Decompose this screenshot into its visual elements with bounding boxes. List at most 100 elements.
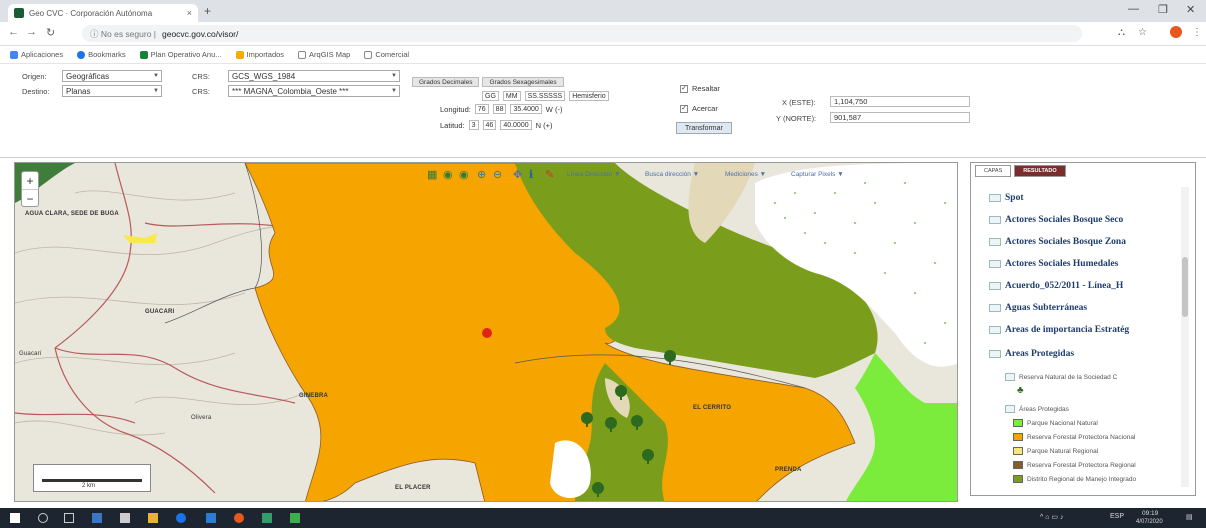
latitud-degrees-input[interactable]: 3 — [468, 120, 479, 130]
layer-toggle-icon[interactable] — [989, 282, 1001, 290]
profile-avatar[interactable] — [1170, 26, 1182, 38]
app-icon[interactable] — [290, 513, 300, 523]
longitud-minutes-input[interactable]: 88 — [492, 104, 507, 114]
eraser-icon[interactable]: ✎ — [545, 168, 554, 181]
location-marker — [482, 328, 492, 338]
longitud-degrees-input[interactable]: 76 — [474, 104, 489, 114]
not-secure-indicator[interactable]: ⓘ No es seguro | — [90, 28, 156, 40]
latitud-hemisphere[interactable]: N (+) — [536, 121, 553, 130]
globe-alt-icon[interactable]: ◉ — [459, 168, 469, 181]
layer-toggle-icon[interactable] — [989, 304, 1001, 312]
notifications-icon[interactable]: ▤ — [1186, 513, 1193, 521]
browser-menu-icon[interactable]: ⋮ — [1192, 27, 1202, 38]
sub-layer-item[interactable]: Áreas Protegidas — [1005, 405, 1069, 413]
clock-date[interactable]: 4/07/2020 — [1136, 519, 1163, 525]
scrollbar-thumb[interactable] — [1182, 257, 1188, 317]
layer-item[interactable]: Actores Sociales Bosque Seco — [989, 215, 1179, 225]
bookmark-plan-operativo[interactable]: Plan Operativo Anu... — [139, 50, 222, 59]
maximize-icon[interactable]: ❐ — [1158, 3, 1168, 16]
origen-select[interactable]: Geográficas ▼ — [62, 70, 162, 82]
layer-item[interactable]: Actores Sociales Humedales — [989, 259, 1179, 269]
layer-toggle-icon[interactable] — [989, 326, 1001, 334]
y-norte-output[interactable]: 901,587 — [830, 112, 970, 123]
menu-linea-direccion[interactable]: Línea Dirección ▼ — [567, 171, 620, 178]
clock-time[interactable]: 09:19 — [1142, 510, 1158, 517]
destino-select[interactable]: Planas ▼ — [62, 85, 162, 97]
layer-item[interactable]: Aguas Subterráneas — [989, 303, 1179, 313]
resaltar-checkbox[interactable]: ✓ Resaltar — [680, 84, 720, 93]
crs-destination-select[interactable]: *** MAGNA_Colombia_Oeste *** ▼ — [228, 85, 400, 97]
layer-item[interactable]: Acuerdo_052/2011 - Línea_H — [989, 281, 1179, 291]
bookmark-star-icon[interactable]: ☆ — [1138, 27, 1147, 38]
layer-item[interactable]: Actores Sociales Bosque Zona — [989, 237, 1179, 247]
zoom-in-button[interactable]: + — [22, 172, 38, 190]
transform-button[interactable]: Transformar — [676, 122, 732, 134]
bookmark-importados[interactable]: Importados — [235, 50, 284, 59]
translate-icon[interactable]: ⛬ — [1118, 27, 1125, 38]
menu-mediciones[interactable]: Mediciones ▼ — [725, 171, 766, 178]
forward-arrow-icon[interactable]: → — [26, 26, 37, 38]
new-tab-button[interactable]: + — [204, 4, 211, 18]
layer-toggle-icon[interactable] — [989, 194, 1001, 202]
menu-capturar-pixels[interactable]: Capturar Pixels ▼ — [791, 171, 844, 178]
reload-icon[interactable]: ↻ — [46, 26, 55, 39]
zoom-control: + − — [21, 171, 39, 207]
bookmark-bookmarks[interactable]: Bookmarks — [77, 50, 126, 59]
menu-busca-direccion[interactable]: Busca dirección ▼ — [645, 171, 699, 178]
bookmark-apps[interactable]: Aplicaciones — [10, 50, 63, 59]
bookmark-arcgis[interactable]: ArqGIS Map — [298, 50, 350, 59]
tab-close-icon[interactable]: × — [187, 8, 192, 18]
latitud-seconds-input[interactable]: 40.0000 — [500, 120, 532, 130]
minimize-icon[interactable]: — — [1128, 3, 1139, 15]
globe-icon[interactable]: ◉ — [443, 168, 453, 181]
x-este-output[interactable]: 1,104,750 — [830, 96, 970, 107]
windows-start-icon[interactable] — [10, 513, 20, 523]
layer-item[interactable]: Spot — [989, 193, 1179, 203]
zoom-out-button[interactable]: − — [22, 190, 38, 208]
layer-item[interactable]: Áreas de importancia Estratég — [989, 325, 1179, 335]
edge-icon[interactable] — [176, 513, 186, 523]
latitud-minutes-input[interactable]: 46 — [482, 120, 497, 130]
info-icon[interactable]: ℹ — [529, 168, 533, 181]
check-icon: ✓ — [680, 84, 688, 93]
layer-item[interactable]: Áreas Protegidas — [989, 349, 1179, 359]
close-window-icon[interactable]: ✕ — [1186, 3, 1195, 16]
layer-toggle-icon[interactable] — [989, 350, 1001, 358]
crs-origin-select[interactable]: GCS_WGS_1984 ▼ — [228, 70, 400, 82]
app-icon[interactable] — [92, 513, 102, 523]
layers-icon[interactable]: ▦ — [427, 168, 437, 181]
pan-icon[interactable]: ✥ — [513, 168, 522, 181]
acercar-checkbox[interactable]: ✓ Acercar — [680, 104, 718, 113]
map-canvas[interactable]: + − ▦ ◉ ◉ ⊕ ⊖ ✥ ℹ ✎ Línea Dirección ▼ Bu… — [14, 162, 958, 502]
layer-toggle-icon[interactable] — [989, 216, 1001, 224]
layer-toggle-icon[interactable] — [1005, 373, 1015, 381]
sexagesimal-degrees-button[interactable]: Grados Sexagesimales — [482, 77, 564, 87]
file-explorer-icon[interactable] — [148, 513, 158, 523]
browser-tab[interactable]: Geo CVC · Corporación Autónoma × — [8, 4, 198, 22]
chrome-icon[interactable] — [234, 513, 244, 523]
tab-capas[interactable]: CAPAS — [975, 165, 1012, 177]
layer-toggle-icon[interactable] — [989, 260, 1001, 268]
layer-panel: CAPAS RESULTADO Spot Actores Sociales Bo… — [970, 162, 1196, 496]
address-input[interactable]: ⓘ No es seguro | geocvc.gov.co/visor/ — [82, 25, 1082, 42]
system-tray-icons[interactable]: ^ ⌂ ▭ ♪ — [1040, 513, 1063, 521]
tab-resultado[interactable]: RESULTADO — [1014, 165, 1066, 177]
layer-toggle-icon[interactable] — [989, 238, 1001, 246]
longitud-seconds-input[interactable]: 35.4000 — [510, 104, 542, 114]
sub-layer-item[interactable]: Reserva Natural de la Sociedad C — [1005, 373, 1117, 381]
sheet-icon — [139, 50, 148, 59]
excel-icon[interactable] — [262, 513, 272, 523]
panel-scrollbar[interactable] — [1181, 187, 1189, 487]
back-arrow-icon[interactable]: ← — [8, 26, 19, 38]
layer-toggle-icon[interactable] — [1005, 405, 1015, 413]
task-view-icon[interactable] — [64, 513, 74, 523]
word-icon[interactable] — [206, 513, 216, 523]
store-icon[interactable] — [120, 513, 130, 523]
longitud-hemisphere[interactable]: W (-) — [546, 105, 563, 114]
decimal-degrees-button[interactable]: Grados Decimales — [412, 77, 480, 87]
zoom-in-tool-icon[interactable]: ⊕ — [477, 168, 486, 181]
bookmark-comercial[interactable]: Comercial — [364, 50, 409, 59]
zoom-out-tool-icon[interactable]: ⊖ — [493, 168, 502, 181]
language-indicator[interactable]: ESP — [1110, 513, 1124, 520]
search-icon[interactable] — [38, 513, 48, 523]
